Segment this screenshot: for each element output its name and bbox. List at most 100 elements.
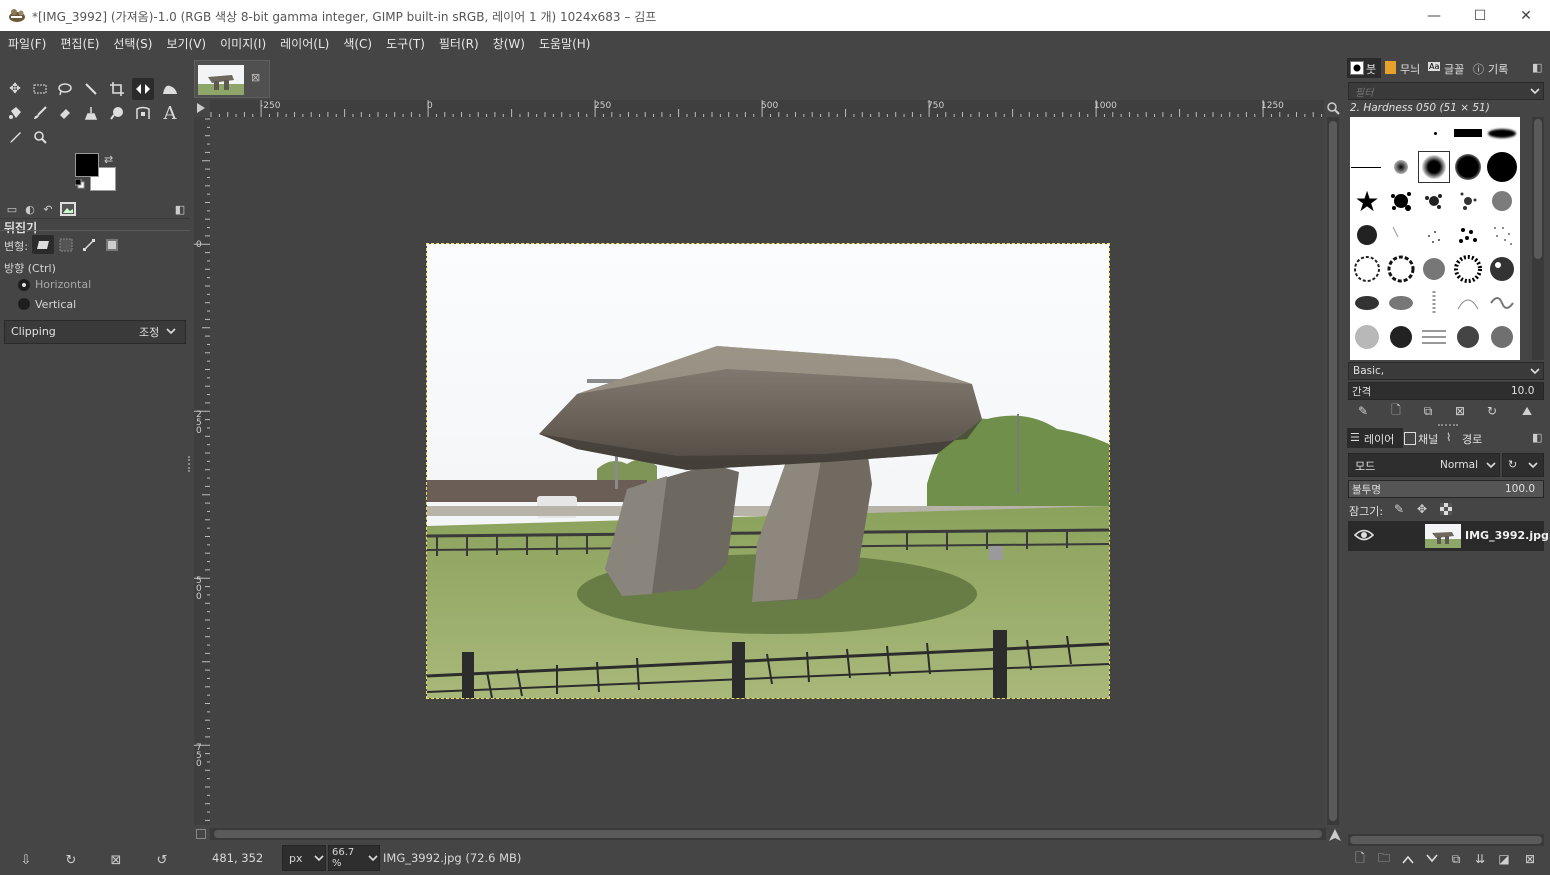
rect-select-tool-icon[interactable] [29,78,51,100]
menu-view[interactable]: 보기(V) [158,35,212,52]
minimize-button[interactable]: — [1411,0,1457,31]
transform-image-icon[interactable] [105,238,119,252]
menu-edit[interactable]: 편집(E) [52,35,105,52]
image-content[interactable] [426,243,1110,699]
menu-select[interactable]: 선택(S) [105,35,158,52]
tool-options-tab-icon[interactable]: ▭ [4,202,20,216]
brush-item[interactable] [1487,322,1517,352]
image-tab[interactable]: ⊠ [194,60,270,98]
dock-resize-handle[interactable] [188,456,192,472]
paintbrush-tool-icon[interactable] [29,102,51,124]
menu-image[interactable]: 이미지(I) [212,35,272,52]
configure-tab-icon[interactable]: ◧ [1532,61,1542,74]
cage-transform-tool-icon[interactable] [159,78,181,100]
layers-horizontal-scrollbar[interactable] [1348,834,1544,846]
configure-tab-icon[interactable]: ◧ [172,202,188,216]
brush-item[interactable] [1453,186,1483,216]
layer-row[interactable]: IMG_3992.jpg [1348,521,1549,551]
brush-grid[interactable]: ★ [1350,117,1520,360]
text-tool-icon[interactable]: A [159,102,181,124]
transform-layer-icon[interactable] [32,235,54,254]
brush-item[interactable] [1351,152,1381,182]
quick-mask-toggle-icon[interactable] [195,101,207,115]
brush-filter-input[interactable]: 필터 [1348,82,1544,100]
lower-layer-icon[interactable] [1423,851,1441,867]
zoom-navigation-icon[interactable] [1326,101,1340,115]
fonts-tab[interactable]: 글꼴 [1444,61,1464,77]
zoom-combo[interactable]: 66.7 % [328,845,380,871]
brush-item[interactable] [1386,220,1416,250]
paths-tab[interactable]: 경로 [1462,431,1482,447]
delete-brush-icon[interactable]: ⊠ [1451,403,1469,419]
brush-item[interactable] [1487,288,1517,318]
foreground-color-swatch[interactable] [75,153,99,177]
dock-separator-handle[interactable] [1438,424,1458,428]
layer-name[interactable]: IMG_3992.jpg [1465,529,1549,542]
brush-item-selected[interactable] [1418,151,1450,183]
configure-tab-icon[interactable]: ◧ [1532,431,1542,444]
brush-item[interactable] [1453,254,1483,284]
color-picker-tool-icon[interactable] [4,126,26,148]
brush-item[interactable] [1453,118,1483,148]
layer-mask-icon[interactable]: ◪ [1495,851,1513,867]
brush-item[interactable] [1487,254,1517,284]
brush-item[interactable] [1487,152,1517,182]
default-colors-icon[interactable] [75,179,85,189]
lasso-tool-icon[interactable] [54,78,76,100]
brush-grid-scroll-thumb[interactable] [1534,119,1542,259]
edit-brush-icon[interactable]: ✎ [1354,403,1372,419]
brush-item[interactable] [1453,220,1483,250]
brush-item[interactable] [1453,288,1483,318]
close-button[interactable]: ✕ [1503,0,1549,31]
brushes-tab[interactable]: 붓 [1366,61,1376,77]
history-tab[interactable]: 기록 [1488,61,1508,77]
move-tool-icon[interactable]: ✥ [4,78,26,100]
brush-item[interactable] [1453,322,1483,352]
brush-item[interactable] [1453,152,1483,182]
transform-path-icon[interactable] [82,238,96,252]
swap-colors-icon[interactable]: ⇄ [104,153,113,166]
menu-tools[interactable]: 도구(T) [378,35,431,52]
maximize-button[interactable]: ☐ [1457,0,1503,31]
layer-mode-combo[interactable]: 모드 Normal [1348,453,1500,477]
reset-tool-options-icon[interactable]: ↺ [153,851,171,869]
undo-history-tab-icon[interactable]: ↶ [40,202,56,216]
brush-item[interactable] [1386,322,1416,352]
vertical-scroll-thumb[interactable] [1329,121,1337,821]
brush-item[interactable] [1487,118,1517,148]
menu-windows[interactable]: 창(W) [485,35,531,52]
visibility-eye-icon[interactable] [1354,527,1374,543]
delete-tool-preset-icon[interactable]: ⊠ [107,851,125,869]
merge-layer-icon[interactable]: ⇊ [1471,851,1489,867]
bucket-fill-tool-icon[interactable] [4,102,26,124]
brush-item[interactable] [1419,186,1449,216]
new-brush-icon[interactable]: 🗋 [1387,403,1405,419]
clone-tool-icon[interactable] [80,102,102,124]
brush-item[interactable] [1386,254,1416,284]
horizontal-scrollbar[interactable] [210,828,1326,840]
brush-item[interactable] [1352,288,1382,318]
patterns-tab[interactable]: 무늬 [1400,61,1420,77]
brush-item[interactable] [1352,322,1382,352]
brush-preset-combo[interactable]: Basic, [1348,362,1544,380]
zoom-tool-icon[interactable] [29,126,51,148]
layers-scroll-thumb[interactable] [1350,836,1542,844]
paths-tool-icon[interactable] [132,102,154,124]
brush-item[interactable] [1352,220,1382,250]
delete-layer-icon[interactable]: ⊠ [1521,851,1539,867]
raise-layer-icon[interactable] [1399,851,1417,867]
eraser-tool-icon[interactable] [54,102,76,124]
brush-item[interactable] [1487,220,1517,250]
brush-item[interactable] [1386,186,1416,216]
brush-item[interactable] [1352,254,1382,284]
horizontal-radio[interactable] [18,279,30,291]
flip-tool-icon[interactable] [132,78,154,100]
brush-item[interactable] [1419,288,1449,318]
brush-item[interactable] [1386,288,1416,318]
menu-layer[interactable]: 레이어(L) [272,35,335,52]
channels-tab[interactable]: 채널 [1418,431,1438,447]
brush-item[interactable] [1386,152,1416,182]
refresh-brushes-icon[interactable]: ↻ [1483,403,1501,419]
menu-help[interactable]: 도움말(H) [531,35,597,52]
crop-tool-icon[interactable] [106,78,128,100]
